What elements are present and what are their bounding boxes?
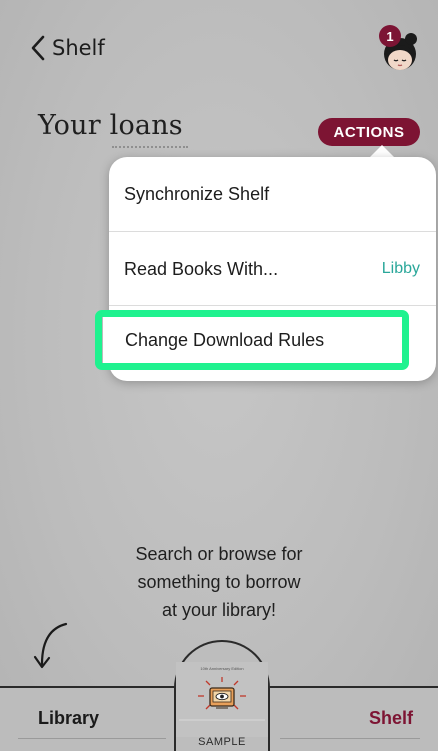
- actions-button[interactable]: ACTIONS: [318, 118, 420, 146]
- menu-item-value: Libby: [381, 260, 420, 277]
- chevron-left-icon: [31, 35, 45, 61]
- empty-state-message: Search or browse for something to borrow…: [0, 540, 438, 624]
- menu-item-change-download-rules[interactable]: Change Download Rules: [103, 317, 402, 363]
- page-title: Your loans: [38, 110, 183, 141]
- app-screen: Shelf 1 Your loans ACTIONS Synchronize S…: [0, 0, 438, 751]
- menu-item-synchronize-shelf[interactable]: Synchronize Shelf: [109, 157, 436, 231]
- notification-badge: 1: [379, 25, 401, 47]
- menu-item-label: Read Books With...: [124, 258, 279, 279]
- book-caption: 10th Anniversary Edition: [200, 666, 243, 671]
- sample-book-button[interactable]: 10th Anniversary Edition: [176, 662, 268, 737]
- menu-item-label: Synchronize Shelf: [124, 183, 270, 204]
- tab-shelf[interactable]: Shelf: [369, 708, 413, 729]
- title-underline: [112, 146, 188, 148]
- curved-arrow-icon: [33, 622, 68, 669]
- sample-label: SAMPLE: [198, 736, 246, 748]
- menu-item-label: Change Download Rules: [125, 329, 325, 350]
- tab-library[interactable]: Library: [38, 708, 99, 729]
- back-label: Shelf: [52, 36, 105, 60]
- avatar[interactable]: 1: [371, 20, 423, 72]
- menu-item-read-books-with[interactable]: Read Books With... Libby: [109, 232, 436, 306]
- eye-book-icon: 10th Anniversary Edition: [179, 666, 265, 721]
- back-to-shelf-button[interactable]: Shelf: [30, 32, 105, 64]
- tab-divider-left: [18, 738, 166, 739]
- menu-divider: [109, 305, 436, 306]
- tab-divider-right: [280, 738, 420, 739]
- empty-message-line: Search or browse for: [135, 544, 303, 564]
- empty-message-line: something to borrow: [137, 572, 301, 592]
